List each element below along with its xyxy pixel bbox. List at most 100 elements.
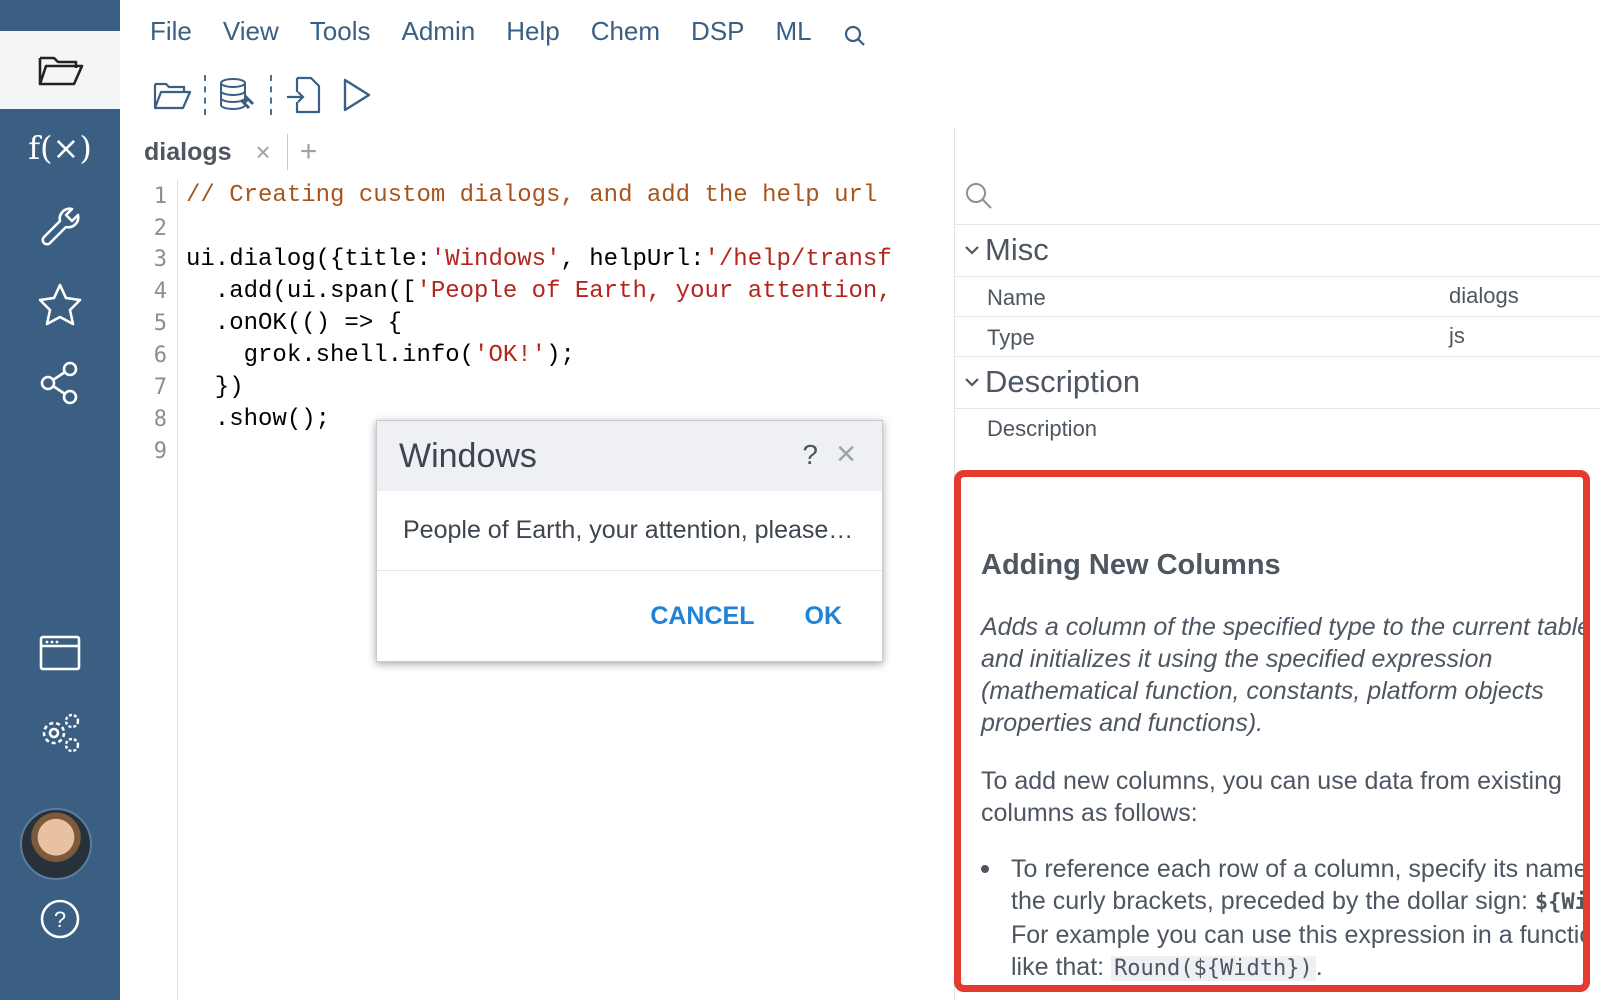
tab-dialogs[interactable]: dialogs [144,138,232,167]
line-number: 1 [153,184,167,209]
dialog-help-icon[interactable]: ? [802,439,818,471]
code-line: .add(ui.span(['People of Earth, your att… [186,278,892,305]
sidebar-item-browse[interactable] [0,31,120,109]
code-token: ui.dialog({title: [186,246,431,273]
tab-separator [286,134,288,170]
import-button[interactable] [282,73,326,117]
run-button[interactable] [334,73,378,117]
bullet-dot [981,865,989,873]
code-line: .onOK(() => { [186,310,403,337]
toolbar-separator [204,75,206,115]
line-gutter: 1 2 3 4 5 6 7 8 9 [120,180,178,1000]
help-intro: Adds a column of the specified type to t… [981,613,1590,737]
database-plug-icon [220,78,255,110]
chevron-down-icon [965,378,979,387]
avatar[interactable] [20,808,92,880]
code-snippet: ${Width} [1534,890,1588,915]
menu-file[interactable]: File [150,16,192,47]
code-line: .show(); [186,406,331,433]
sidebar-item-tools[interactable] [0,188,120,266]
line-number: 9 [153,439,167,464]
sidebar-item-help[interactable]: ? [0,880,120,958]
toolbar-separator [270,75,272,115]
tab-close-icon[interactable]: × [256,137,271,168]
code-token: grok.shell.info( [186,342,475,369]
svg-text:?: ? [54,907,66,932]
line-number: 2 [153,216,167,241]
code-string: 'People of Earth, your attention, [416,278,892,305]
line-number: 3 [153,247,167,272]
share-icon [40,361,78,405]
bullet-text: To reference each row of a column, speci… [1011,855,1590,915]
help-bullet: To reference each row of a column, speci… [1011,853,1590,985]
help-icon: ? [40,899,80,939]
code-line: grok.shell.info('OK!'); [186,342,575,369]
property-label: Type [987,325,1035,350]
play-icon [343,78,371,112]
line-number: 6 [153,343,167,368]
line-number: 5 [153,311,167,336]
code-string: '/help/transf [704,246,892,273]
data-connection-button[interactable] [216,73,260,117]
function-icon: f(×) [28,129,92,167]
sidebar-item-windows[interactable] [0,614,120,692]
code-string: 'Windows' [430,246,561,273]
menu-admin[interactable]: Admin [402,16,476,47]
code-token: ); [546,342,575,369]
line-number: 8 [153,407,167,432]
toolbar [150,72,386,118]
property-label: Description [987,416,1098,441]
code-token: , helpUrl: [560,246,705,273]
divider [955,356,1600,357]
sidebar-item-share[interactable] [0,344,120,422]
menu-tools[interactable]: Tools [310,16,371,47]
section-header-misc[interactable]: Misc [963,232,1049,268]
import-file-icon [287,76,321,114]
code-line: }) [186,374,244,401]
help-panel: Adding New Columns Adds a column of the … [954,470,1590,992]
section-header-description[interactable]: Description [963,364,1140,400]
folder-open-icon [38,56,84,86]
bullet-text: . [1315,953,1323,981]
help-paragraph: To add new columns, you can use data fro… [981,767,1562,827]
property-value[interactable]: js [1449,323,1465,349]
line-number: 4 [153,279,167,304]
sidebar-item-functions[interactable]: f(×) [0,109,120,187]
divider [955,276,1600,277]
cancel-button[interactable]: CANCEL [650,602,754,631]
menu-bar: File View Tools Admin Help Chem DSP ML [120,0,1600,62]
sidebar-item-settings[interactable] [0,692,120,770]
left-sidebar: f(×) ? [0,0,120,1000]
line-number: 7 [153,375,167,400]
menu-chem[interactable]: Chem [591,16,660,47]
menu-view[interactable]: View [223,16,279,47]
ok-button[interactable]: OK [805,602,843,631]
help-title: Adding New Columns [981,549,1281,581]
property-value[interactable]: dialogs [1449,283,1519,309]
star-icon [38,283,82,326]
section-title: Description [985,364,1141,399]
code-line: // Creating custom dialogs, and add the … [186,182,877,209]
sidebar-item-favorites[interactable] [0,266,120,344]
menu-ml[interactable]: ML [776,16,812,47]
divider [955,316,1600,317]
windows-dialog: Windows ? × People of Earth, your attent… [376,420,883,662]
section-title: Misc [985,232,1049,267]
open-button[interactable] [150,73,194,117]
window-icon [39,635,81,671]
divider [955,408,1600,409]
menu-help[interactable]: Help [506,16,559,47]
add-tab-button[interactable]: + [300,135,318,169]
dialog-footer: CANCEL OK [377,571,882,661]
search-icon[interactable] [843,24,867,48]
code-token: .add(ui.span([ [186,278,417,305]
property-label: Name [987,285,1046,310]
dialog-message: People of Earth, your attention, please… [377,491,882,571]
settings-icon [42,713,80,753]
dialog-close-icon[interactable]: × [836,435,856,474]
code-line: ui.dialog({title:'Windows', helpUrl:'/he… [186,246,892,273]
chevron-down-icon [965,246,979,255]
menu-dsp[interactable]: DSP [691,16,744,47]
search-icon[interactable] [963,180,993,210]
dialog-header[interactable]: Windows ? × [377,421,882,491]
